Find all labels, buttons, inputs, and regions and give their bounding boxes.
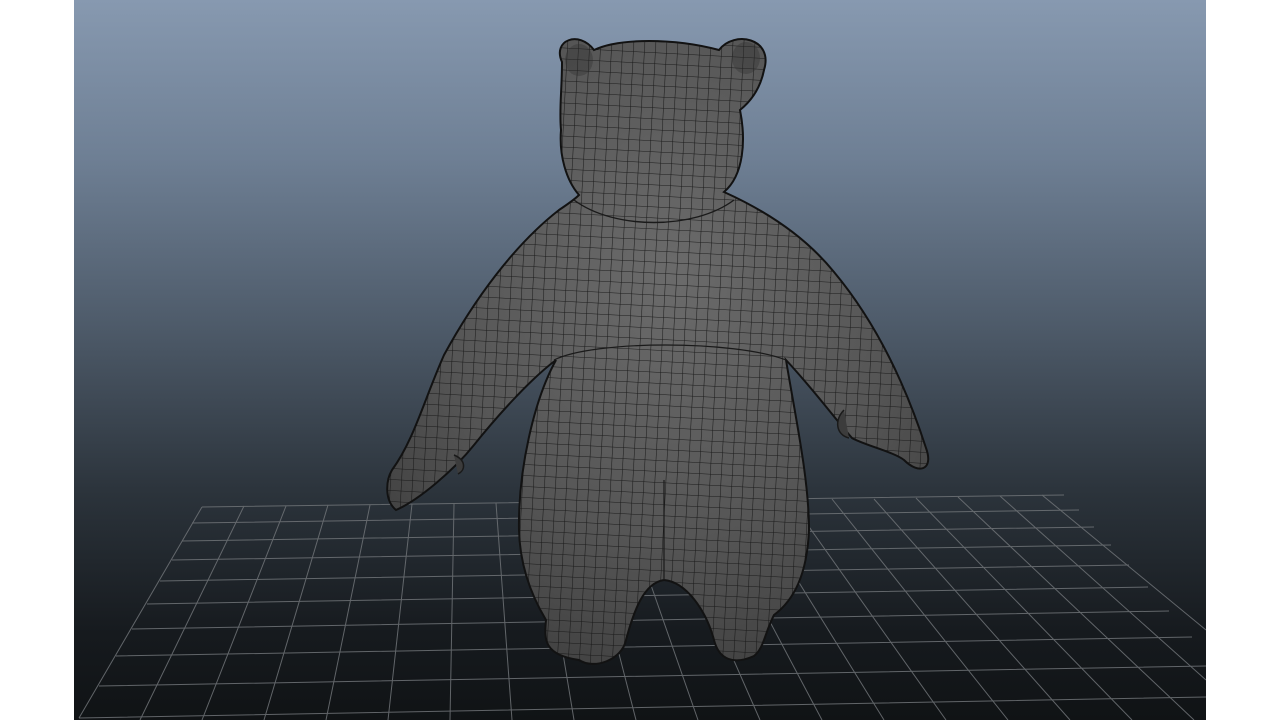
3d-viewport[interactable] (74, 0, 1206, 720)
right-ear (732, 42, 760, 74)
left-ear (565, 44, 593, 76)
bear-wireframe (387, 39, 929, 664)
bear-model[interactable] (374, 30, 954, 680)
viewport-canvas[interactable] (74, 0, 1206, 720)
page (0, 0, 1280, 720)
